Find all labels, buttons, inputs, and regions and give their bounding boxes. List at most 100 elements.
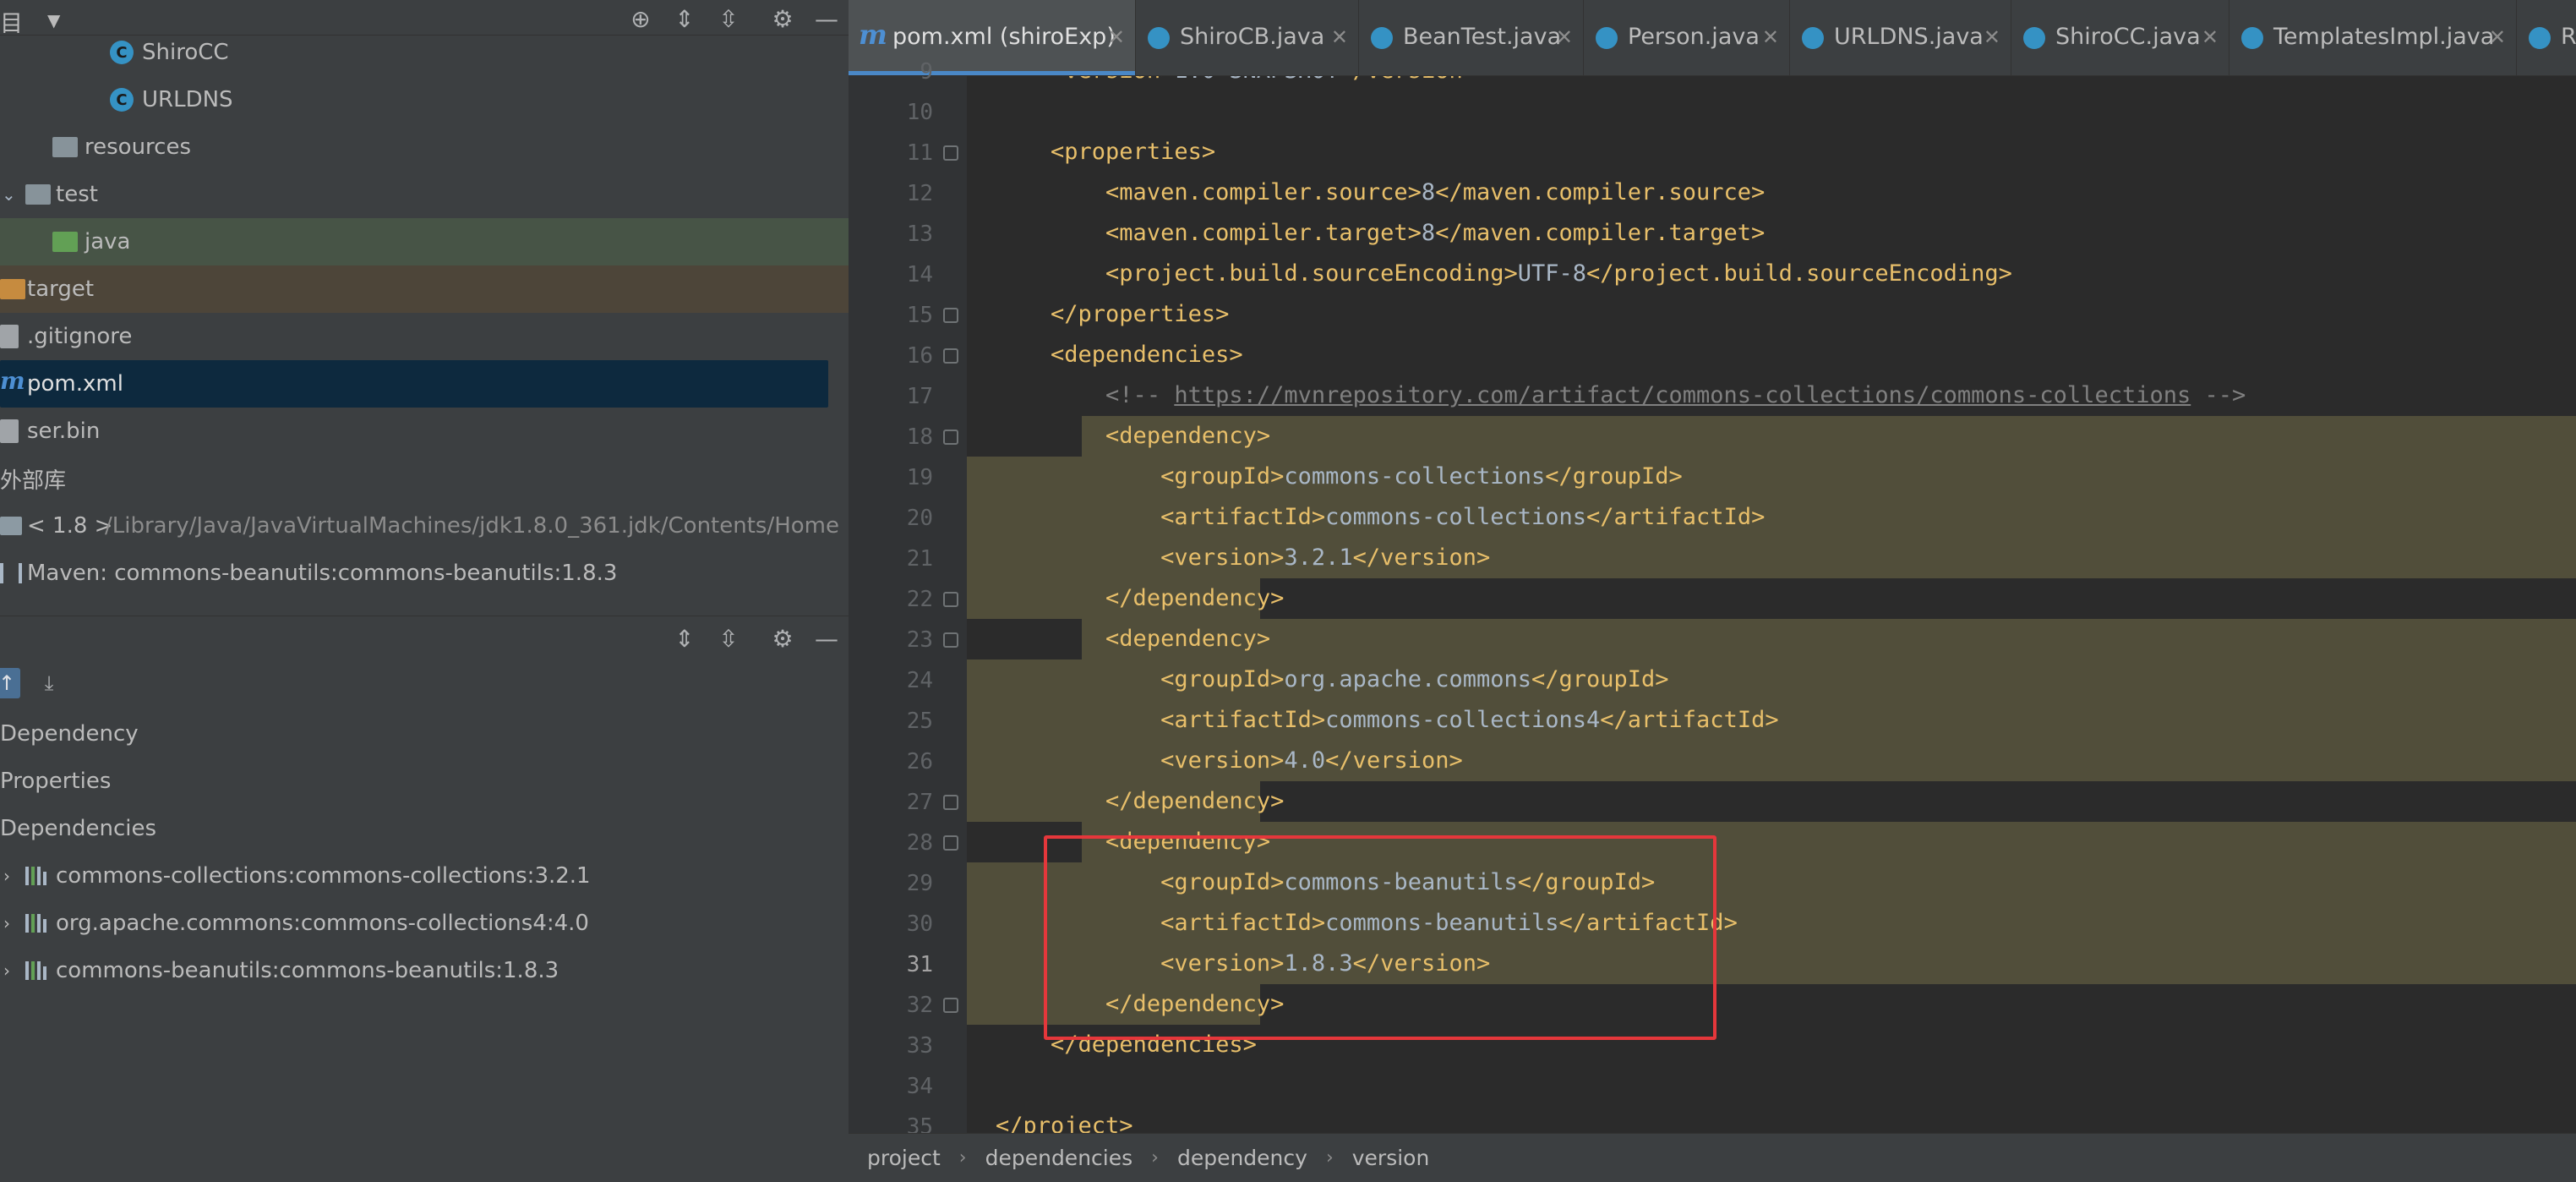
close-icon[interactable]: ✕ [2202,25,2219,49]
expand-all-icon[interactable]: ⇕ [668,621,701,655]
tab-templatesimpl-java[interactable]: TemplatesImpl.java ✕ [2229,0,2517,75]
code-line[interactable]: <artifactId>commons-collections4</artifa… [967,700,2576,741]
sdk-icon [0,517,22,535]
breadcrumb: project › dependencies › dependency › ve… [849,1133,2576,1182]
code-line[interactable]: <version>4.0</version> [967,741,2576,781]
project-tool-window: 目 ▼ ⊕ ⇕ ⇳ ⚙ — C ShiroCC C URLDNS resourc… [0,0,849,1182]
line-number: 17 [906,384,933,409]
tree-item-gitignore[interactable]: .gitignore [0,313,849,360]
code-line[interactable] [967,91,2576,132]
breadcrumb-item-project[interactable]: project [849,1146,959,1170]
maven-dependency-row[interactable]: › org.apache.commons:commons-collections… [0,900,849,947]
chevron-down-icon[interactable]: ⌄ [2,184,16,205]
line-number: 13 [906,222,933,247]
code-line[interactable]: <maven.compiler.source>8</maven.compiler… [967,172,2576,213]
close-icon[interactable]: ✕ [1108,25,1125,49]
close-icon[interactable]: ✕ [1556,25,1573,49]
close-icon[interactable]: ✕ [2489,25,2506,49]
folder-icon [52,137,78,157]
line-number: 27 [906,790,933,815]
code-line[interactable]: <dependency> [967,416,2576,457]
close-icon[interactable]: ✕ [1762,25,1779,49]
fold-marker-icon[interactable] [943,632,958,648]
chevron-down-icon[interactable]: ▼ [47,10,60,30]
fold-marker-icon[interactable] [943,430,958,445]
fold-marker-icon[interactable] [943,308,958,323]
fold-marker-icon[interactable] [943,145,958,161]
code-line[interactable]: <groupId>commons-collections</groupId> [967,457,2576,497]
tab-reg[interactable]: Reg [2517,0,2576,75]
line-number: 32 [906,993,933,1018]
chevron-right-icon[interactable]: › [3,913,10,933]
tab-shirocb-java[interactable]: ShiroCB.java ✕ [1136,0,1359,75]
tab-beantest-java[interactable]: BeanTest.java ✕ [1359,0,1584,75]
maven-view-toggles: ↑ ⤓ [0,661,849,709]
line-number: 23 [906,627,933,653]
tree-item-test[interactable]: ⌄ test [0,171,849,218]
tree-item-target[interactable]: target [0,265,849,313]
tree-item-ser-bin[interactable]: ser.bin [0,408,849,455]
code-line[interactable]: </dependency> [967,781,2576,822]
chevron-right-icon[interactable]: › [3,866,10,886]
code-line[interactable]: <dependency> [967,619,2576,659]
arrow-up-icon[interactable]: ↑ [0,668,20,698]
tree-item-java[interactable]: java [0,218,849,265]
maven-item-dependencies[interactable]: Dependencies [0,805,849,852]
fold-marker-icon[interactable] [943,998,958,1013]
tab-person-java[interactable]: Person.java ✕ [1584,0,1790,75]
tab-shirocc-java[interactable]: ShiroCC.java ✕ [2011,0,2229,75]
code-line[interactable] [967,1065,2576,1106]
fold-marker-icon[interactable] [943,835,958,851]
tree-item-resources[interactable]: resources [0,123,849,171]
tab-urldns-java[interactable]: URLDNS.java ✕ [1790,0,2011,75]
maven-dependency-row[interactable]: › commons-collections:commons-collection… [0,852,849,900]
tree-item-shirocc[interactable]: C ShiroCC [0,29,849,76]
line-number: 29 [906,871,933,896]
code-line[interactable]: <!-- https://mvnrepository.com/artifact/… [967,375,2576,416]
breadcrumb-item-version[interactable]: version [1334,1146,1449,1170]
code-line[interactable]: <artifactId>commons-collections</artifac… [967,497,2576,538]
maven-item-properties[interactable]: Properties [0,758,849,805]
line-number: 15 [906,303,933,328]
line-number-gutter: 9 10 11 12 13 14 15 16 17 18 19 20 21 22 23 24 25 26 27 28 2… [849,59,967,1140]
breadcrumb-item-dependency[interactable]: dependency [1159,1146,1326,1170]
minimize-icon[interactable]: — [810,621,843,655]
tree-item-pom-xml[interactable]: m pom.xml [0,360,828,408]
code-line[interactable]: <version>1.0-SNAPSHOT</version> [967,76,2576,91]
collapse-all-icon[interactable]: ⇳ [712,621,745,655]
java-class-icon: C [110,88,134,112]
selection-highlight [1082,619,2576,659]
fold-marker-icon[interactable] [943,795,958,810]
library-icon [0,563,22,583]
code-line[interactable]: </properties> [967,294,2576,335]
line-number: 10 [906,100,933,125]
chevron-right-icon[interactable]: › [3,960,10,981]
tree-item-jdk[interactable]: < 1.8 > /Library/Java/JavaVirtualMachine… [0,502,849,550]
folder-icon [0,279,25,299]
tree-item-external-libraries[interactable]: 外部库 [0,455,849,502]
code-line[interactable]: <dependencies> [967,335,2576,375]
library-icon [25,867,46,885]
maven-item-dependency[interactable]: Dependency [0,710,849,758]
code-line[interactable]: <properties> [967,132,2576,172]
line-number: 19 [906,465,933,490]
code-line[interactable]: <maven.compiler.target>8</maven.compiler… [967,213,2576,254]
chevron-right-icon: › [958,1147,967,1168]
tree-item-urldns[interactable]: C URLDNS [0,76,849,123]
gear-icon[interactable]: ⚙ [766,621,800,655]
fold-marker-icon[interactable] [943,592,958,607]
code-line[interactable]: <project.build.sourceEncoding>UTF-8</pro… [967,254,2576,294]
close-icon[interactable]: ✕ [1984,25,2000,49]
close-icon[interactable]: ✕ [1331,25,1348,49]
code-line[interactable]: </dependency> [967,578,2576,619]
arrow-down-icon[interactable]: ⤓ [34,668,64,698]
file-icon [0,325,19,348]
tree-item-maven-lib[interactable]: Maven: commons-beanutils:commons-beanuti… [0,550,849,597]
breadcrumb-item-dependencies[interactable]: dependencies [967,1146,1152,1170]
code-line[interactable]: <version>3.2.1</version> [967,538,2576,578]
line-number: 16 [906,343,933,369]
code-line[interactable]: <groupId>org.apache.commons</groupId> [967,659,2576,700]
fold-marker-icon[interactable] [943,348,958,364]
maven-dependency-row[interactable]: › commons-beanutils:commons-beanutils:1.… [0,947,849,994]
code-line[interactable]: </project> [967,1106,2576,1133]
